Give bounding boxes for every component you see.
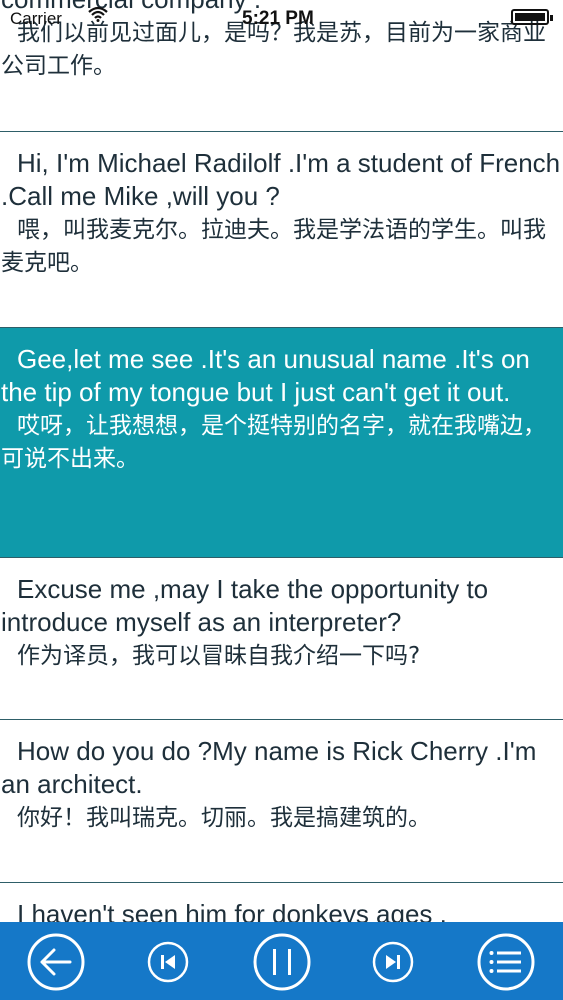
dialogue-row[interactable]: I haven't seen him for donkeys ages . — [0, 883, 563, 922]
status-bar: Carrier 5:21 PM — [0, 0, 563, 30]
dialogue-row[interactable]: Excuse me ,may I take the opportunity to… — [0, 558, 563, 720]
previous-button[interactable] — [147, 941, 189, 983]
chinese-translation: 哎呀，让我想想，是个挺特别的名字，就在我嘴边，可说不出来。 — [1, 413, 546, 472]
dialogue-row[interactable]: Hi, I'm Michael Radilolf .I'm a student … — [0, 132, 563, 328]
previous-track-icon — [147, 941, 189, 983]
next-button[interactable] — [372, 941, 414, 983]
back-button[interactable] — [26, 932, 86, 992]
wifi-icon — [88, 6, 108, 22]
back-arrow-icon — [27, 933, 85, 991]
battery-icon — [511, 9, 553, 25]
chinese-translation: 喂，叫我麦克尔。拉迪夫。我是学法语的学生。叫我麦克吧。 — [1, 217, 546, 276]
dialogue-row[interactable]: How do you do ?My name is Rick Cherry .I… — [0, 720, 563, 883]
status-time: 5:21 PM — [242, 8, 314, 29]
dialogue-row-active[interactable]: Gee,let me see .It's an unusual name .It… — [0, 328, 563, 558]
pause-button[interactable] — [252, 932, 312, 992]
chinese-translation: 作为译员，我可以冒昧自我介绍一下吗? — [17, 643, 421, 669]
next-track-icon — [372, 941, 414, 983]
menu-list-icon — [477, 933, 535, 991]
english-sentence: I haven't seen him for donkeys ages . — [17, 899, 447, 922]
english-sentence: Hi, I'm Michael Radilolf .I'm a student … — [1, 148, 561, 211]
english-sentence: How do you do ?My name is Rick Cherry .I… — [1, 736, 537, 799]
dialogue-list[interactable]: commercial company . 我们以前见过面儿，是吗？我是苏，目前为… — [0, 0, 563, 922]
carrier-label: Carrier — [10, 9, 62, 28]
pause-icon — [253, 933, 311, 991]
english-sentence: Excuse me ,may I take the opportunity to… — [1, 574, 489, 637]
english-sentence: Gee,let me see .It's an unusual name .It… — [1, 344, 530, 407]
chinese-translation: 你好！我叫瑞克。切丽。我是搞建筑的。 — [17, 805, 431, 831]
playback-toolbar — [0, 922, 563, 1000]
menu-button[interactable] — [476, 932, 536, 992]
